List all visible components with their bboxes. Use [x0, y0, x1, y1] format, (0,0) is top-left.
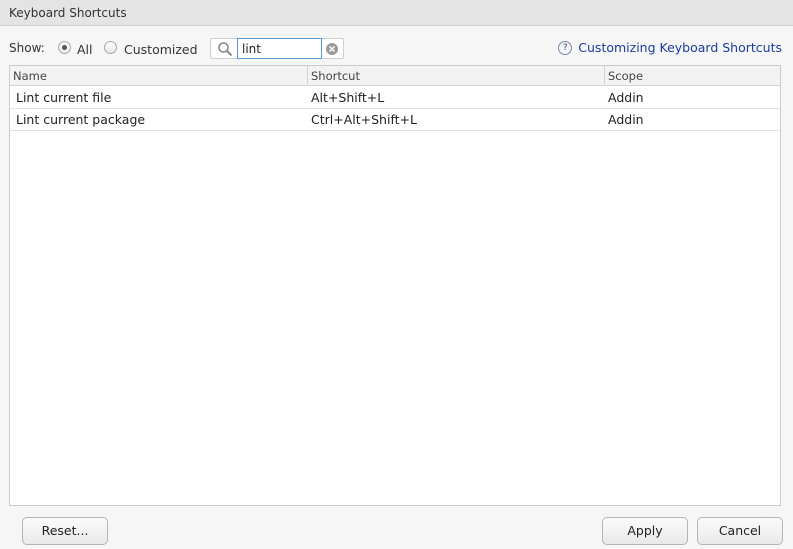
- radio-all-label[interactable]: All: [77, 42, 93, 57]
- help-link-label[interactable]: Customizing Keyboard Shortcuts: [578, 40, 782, 55]
- column-header-scope[interactable]: Scope: [605, 66, 780, 86]
- dialog-title: Keyboard Shortcuts: [0, 0, 793, 26]
- table-header: Name Shortcut Scope: [10, 66, 780, 86]
- row-name: Lint current package: [16, 112, 146, 127]
- table-row[interactable]: Lint current package Ctrl+Alt+Shift+L Ad…: [10, 109, 780, 131]
- radio-all[interactable]: [58, 41, 71, 54]
- row-name: Lint current file: [16, 90, 112, 105]
- search-icon: [218, 42, 233, 57]
- clear-search-icon[interactable]: [325, 42, 339, 56]
- table-row[interactable]: Lint current file Alt+Shift+L Addin: [10, 87, 780, 109]
- column-header-name[interactable]: Name: [10, 66, 308, 86]
- search-input[interactable]: [237, 38, 322, 59]
- customizing-shortcuts-link[interactable]: ? Customizing Keyboard Shortcuts: [558, 40, 782, 55]
- show-label: Show:: [9, 41, 45, 55]
- shortcuts-table: Name Shortcut Scope Lint current file Al…: [9, 65, 781, 506]
- filter-toolbar: Show: All Customized ? Customizing Keybo…: [0, 26, 793, 66]
- column-header-shortcut[interactable]: Shortcut: [308, 66, 605, 86]
- radio-customized-label[interactable]: Customized: [124, 42, 198, 57]
- search-box: [210, 38, 344, 59]
- row-scope: Addin: [608, 112, 644, 127]
- help-icon: ?: [558, 40, 573, 55]
- row-shortcut[interactable]: Ctrl+Alt+Shift+L: [311, 109, 417, 131]
- row-scope: Addin: [608, 90, 644, 105]
- row-shortcut[interactable]: Alt+Shift+L: [311, 87, 384, 109]
- apply-button[interactable]: Apply: [602, 517, 688, 545]
- cancel-button[interactable]: Cancel: [697, 517, 783, 545]
- radio-customized[interactable]: [104, 41, 117, 54]
- reset-button[interactable]: Reset...: [22, 517, 108, 545]
